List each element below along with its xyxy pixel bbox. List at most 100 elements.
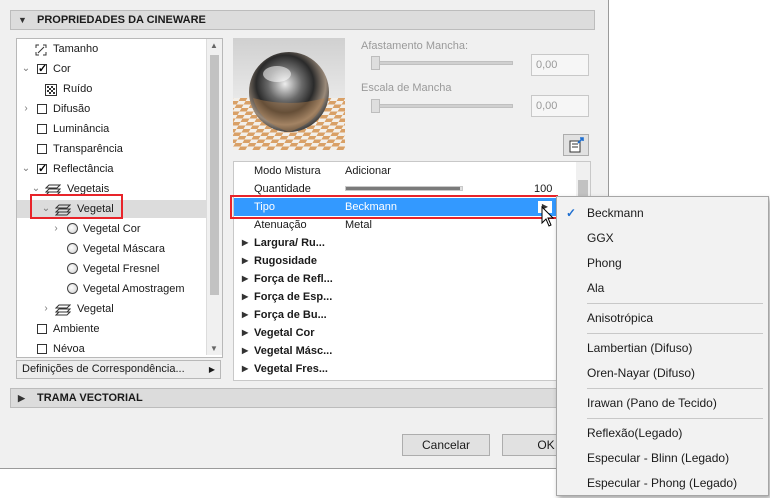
sphere-icon [67,263,78,274]
menu-item[interactable]: Reflexão(Legado) [557,421,768,445]
checkbox[interactable] [37,104,47,114]
prop-group-row[interactable]: ▶ Largura/ Ru... [234,234,574,252]
scroll-down-icon[interactable]: ▼ [210,344,218,353]
menu-item[interactable]: Irawan (Pano de Tecido) [557,391,768,415]
prop-group-label: Força de Refl... [254,273,333,285]
tree-item[interactable]: Vegetal Máscara [17,240,207,258]
checkbox[interactable] [37,324,47,334]
spot-distance-field[interactable]: 0,00 [531,54,589,76]
menu-item-label: Irawan (Pano de Tecido) [587,396,717,410]
expand-triangle-icon[interactable]: ▶ [242,252,248,270]
quantity-bar[interactable] [345,186,463,191]
prop-group-row[interactable]: ▶ Vegetal Másc... [234,342,574,360]
spot-scale-slider-knob[interactable] [371,99,380,113]
tree-item-label: Névoa [53,343,85,355]
type-dropdown-menu[interactable]: ✓ Beckmann GGX Phong Ala Anisotrópica Lamberti… [556,196,769,496]
cineware-dialog: ▼ PROPRIEDADES DA CINEWARE Tamanho ⌄ Cor Ru… [0,0,609,469]
expand-triangle-icon[interactable]: ▶ [242,360,248,378]
menu-item-label: Lambertian (Difuso) [587,341,693,355]
menu-item[interactable]: Especular - Phong (Legado) [557,471,768,495]
tree-item[interactable]: ⌄ Reflectância [17,160,207,178]
spot-scale-field[interactable]: 0,00 [531,95,589,117]
menu-item[interactable]: GGX [557,226,768,250]
checkbox[interactable] [37,160,47,178]
tree-item[interactable]: Tamanho [17,40,207,58]
spot-distance-slider-track[interactable] [371,61,513,65]
tree-item[interactable]: › Difusão [17,100,207,118]
checkbox[interactable] [37,344,47,354]
menu-item[interactable]: ✓ Beckmann [557,201,768,225]
checkmark-icon: ✓ [566,206,577,220]
prop-group-row[interactable]: ▶ Força de Refl... [234,270,574,288]
chevron-right-icon[interactable]: › [41,300,51,318]
prop-group-row[interactable]: ▶ Força de Esp... [234,288,574,306]
tree-item[interactable]: Transparência [17,140,207,158]
tree-item[interactable]: ⌄ Cor [17,60,207,78]
expand-triangle-icon[interactable]: ▶ [242,342,248,360]
menu-item[interactable]: Anisotrópica [557,306,768,330]
expand-triangle-icon[interactable]: ▶ [242,324,248,342]
prop-row-blend-mode[interactable]: Modo Mistura Adicionar [234,162,574,180]
expand-triangle-icon[interactable]: ▶ [242,270,248,288]
tree-item-label: Vegetal Fresnel [83,263,160,275]
chevron-down-icon[interactable]: ⌄ [21,160,31,178]
expand-triangle-icon[interactable]: ▶ [242,306,248,324]
material-preview [233,38,345,150]
tree-item-label: Vegetal Máscara [83,243,165,255]
tree-item-label: Vegetal [77,303,114,315]
menu-item[interactable]: Ala [557,276,768,300]
menu-item-label: Beckmann [587,206,644,220]
menu-item-label: Reflexão(Legado) [587,426,683,440]
prop-group-row[interactable]: ▶ Vegetal Fres... [234,360,574,378]
tree-item-label: Ambiente [53,323,100,335]
collapse-triangle-icon: ▼ [18,15,27,25]
resize-icon [35,43,47,61]
match-definitions-button[interactable]: Definições de Correspondência... ▶ [16,360,221,379]
prop-group-label: Força de Bu... [254,309,327,321]
tree-item[interactable]: Vegetal Fresnel [17,260,207,278]
prop-group-row[interactable]: ▶ Vegetal Cor [234,324,574,342]
menu-item[interactable]: Phong [557,251,768,275]
export-button[interactable] [563,134,589,156]
prop-group-row[interactable]: ▶ Força de Bu... [234,306,574,324]
prop-group-label: Rugosidade [254,255,317,267]
menu-item[interactable]: Oren-Nayar (Difuso) [557,361,768,385]
tree-scroll-thumb[interactable] [210,55,219,295]
match-definitions-label: Definições de Correspondência... [22,363,185,375]
menu-item[interactable]: Especular - Blinn (Legado) [557,446,768,470]
vector-section-header[interactable]: ▶ TRAMA VECTORIAL [10,388,595,408]
noise-icon [45,83,57,101]
prop-group-row[interactable]: ▶ Rugosidade [234,252,574,270]
chevron-down-icon[interactable]: ⌄ [21,60,31,78]
scroll-up-icon[interactable]: ▲ [210,41,218,50]
tree-item[interactable]: Luminância [17,120,207,138]
checkbox[interactable] [37,60,47,78]
expand-triangle-icon: ▶ [18,393,25,403]
checkbox[interactable] [37,144,47,154]
selected-item-highlight [30,194,123,219]
expand-triangle-icon[interactable]: ▶ [242,234,248,252]
menu-item[interactable]: Lambertian (Difuso) [557,336,768,360]
tree-item-label: Luminância [53,123,110,135]
menu-separator [587,418,763,419]
tree-item[interactable]: › Vegetal Cor [17,220,207,238]
tree-item[interactable]: › Vegetal [17,300,207,318]
tree-item-label: Difusão [53,103,91,115]
menu-separator [587,333,763,334]
expand-triangle-icon[interactable]: ▶ [242,288,248,306]
chevron-right-icon[interactable]: › [51,220,61,238]
spot-distance-label: Afastamento Mancha: [361,40,469,52]
tree-item-label: Vegetal Cor [83,223,141,235]
spot-distance-slider-knob[interactable] [371,56,380,70]
tree-item[interactable]: Ruído [17,80,207,98]
properties-list[interactable]: Modo Mistura Adicionar Quantidade 100 Ti… [233,161,591,381]
spot-scale-slider-track[interactable] [371,104,513,108]
tree-scrollbar[interactable]: ▲ ▼ [206,39,222,355]
chevron-right-icon[interactable]: › [21,100,31,118]
cancel-button[interactable]: Cancelar [402,434,490,456]
tree-item[interactable]: Névoa [17,340,207,357]
tree-item[interactable]: Vegetal Amostragem [17,280,207,298]
cineware-section-header[interactable]: ▼ PROPRIEDADES DA CINEWARE [10,10,595,30]
checkbox[interactable] [37,124,47,134]
tree-item[interactable]: Ambiente [17,320,207,338]
